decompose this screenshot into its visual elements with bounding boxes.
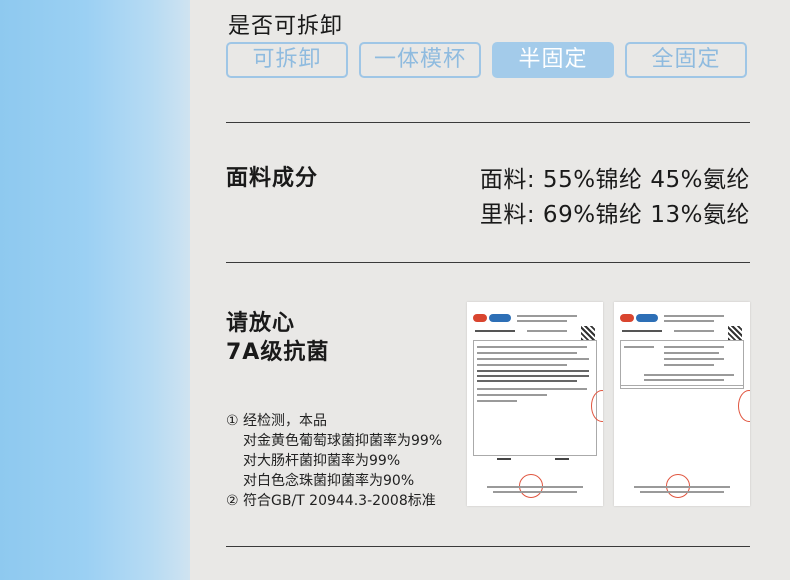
test-report-document-icon	[614, 302, 750, 506]
antibacterial-grade-title: 7A级抗菌	[226, 340, 330, 365]
test-report-document-icon	[467, 302, 603, 506]
detachable-title: 是否可拆卸	[228, 14, 344, 39]
option-detachable[interactable]: 可拆卸	[226, 42, 348, 78]
divider	[226, 546, 750, 547]
fabric-lining-composition: 里料: 69%锦纶 13%氨纶	[479, 202, 750, 228]
test-note-staph: 对金黄色葡萄球菌抑菌率为99%	[243, 433, 443, 449]
test-note-standard: ② 符合GB/T 20944.3-2008标准	[226, 493, 436, 509]
detachable-options: 可拆卸 一体模杯 半固定 全固定	[226, 42, 750, 82]
fabric-composition-label: 面料成分	[226, 166, 319, 191]
product-detail-panel: 是否可拆卸 可拆卸 一体模杯 半固定 全固定 面料成分 面料: 55%锦纶 45…	[226, 0, 750, 580]
option-semi-fixed[interactable]: 半固定	[492, 42, 614, 78]
option-one-piece-mold-cup[interactable]: 一体模杯	[359, 42, 481, 78]
test-note-ecoli: 对大肠杆菌抑菌率为99%	[243, 453, 401, 469]
divider	[226, 122, 750, 123]
reassure-title: 请放心	[226, 311, 296, 336]
test-note-candida: 对白色念珠菌抑菌率为90%	[243, 473, 415, 489]
divider	[226, 262, 750, 263]
option-fully-fixed[interactable]: 全固定	[625, 42, 747, 78]
test-note-intro: ① 经检测，本品	[226, 413, 328, 429]
fabric-outer-composition: 面料: 55%锦纶 45%氨纶	[479, 167, 750, 193]
left-decorative-strip	[0, 0, 190, 580]
